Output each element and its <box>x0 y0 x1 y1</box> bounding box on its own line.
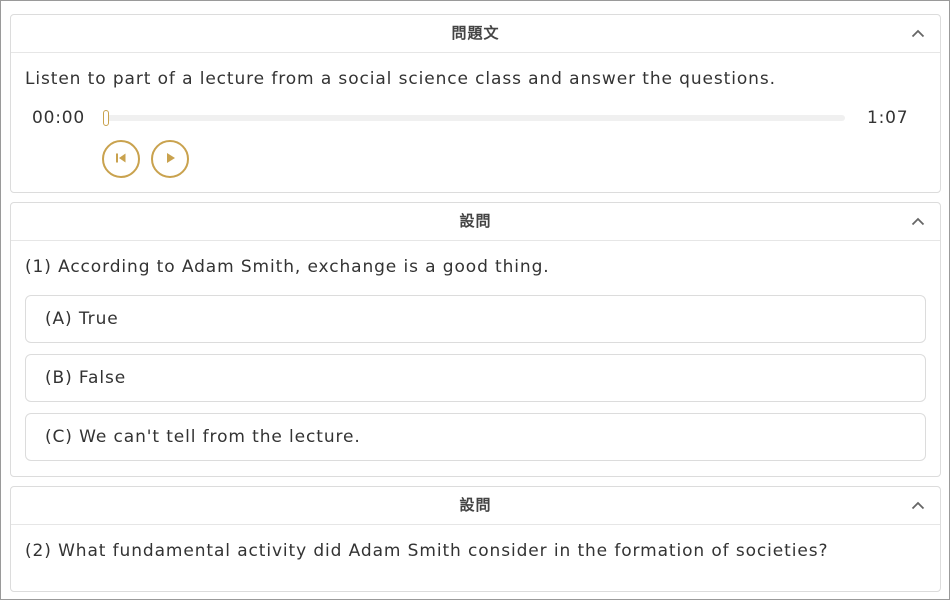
passage-panel: 問題文 Listen to part of a lecture from a s… <box>10 14 941 193</box>
restart-icon <box>114 150 128 169</box>
answer-option-label: (C) We can't tell from the lecture. <box>45 427 361 447</box>
passage-prompt: Listen to part of a lecture from a socia… <box>25 69 776 89</box>
content-area: 問題文 Listen to part of a lecture from a s… <box>10 14 941 601</box>
play-button[interactable] <box>151 140 189 178</box>
chevron-up-icon[interactable] <box>910 487 926 524</box>
answer-option-a[interactable]: (A) True <box>25 295 926 343</box>
answer-option-label: (A) True <box>45 309 119 329</box>
passage-panel-title: 問題文 <box>451 24 500 42</box>
audio-seek-track <box>103 115 845 121</box>
audio-duration: 1:07 <box>867 108 909 128</box>
question-panel-header[interactable]: 設問 <box>11 203 940 241</box>
question-panel-header[interactable]: 設問 <box>11 487 940 525</box>
audio-seek-handle[interactable] <box>103 110 109 126</box>
question-panel-title: 設問 <box>459 496 492 514</box>
audio-player: 00:00 1:07 <box>25 107 926 129</box>
answer-option-b[interactable]: (B) False <box>25 354 926 402</box>
passage-panel-header[interactable]: 問題文 <box>11 15 940 53</box>
audio-seek-bar[interactable] <box>103 110 845 126</box>
answer-option-label: (B) False <box>45 368 127 388</box>
audio-current-time: 00:00 <box>32 108 85 128</box>
question-panel-1: 設問 (1) According to Adam Smith, exchange… <box>10 202 941 477</box>
answer-option-c[interactable]: (C) We can't tell from the lecture. <box>25 413 926 461</box>
question-panel-2: 設問 (2) What fundamental activity did Ada… <box>10 486 941 592</box>
question-text: (2) What fundamental activity did Adam S… <box>25 541 829 561</box>
chevron-up-icon[interactable] <box>910 15 926 52</box>
play-icon <box>163 150 177 169</box>
restart-button[interactable] <box>102 140 140 178</box>
audio-controls <box>102 140 926 178</box>
chevron-up-icon[interactable] <box>910 203 926 240</box>
question-text: (1) According to Adam Smith, exchange is… <box>25 257 550 277</box>
question-panel-title: 設問 <box>459 212 492 230</box>
